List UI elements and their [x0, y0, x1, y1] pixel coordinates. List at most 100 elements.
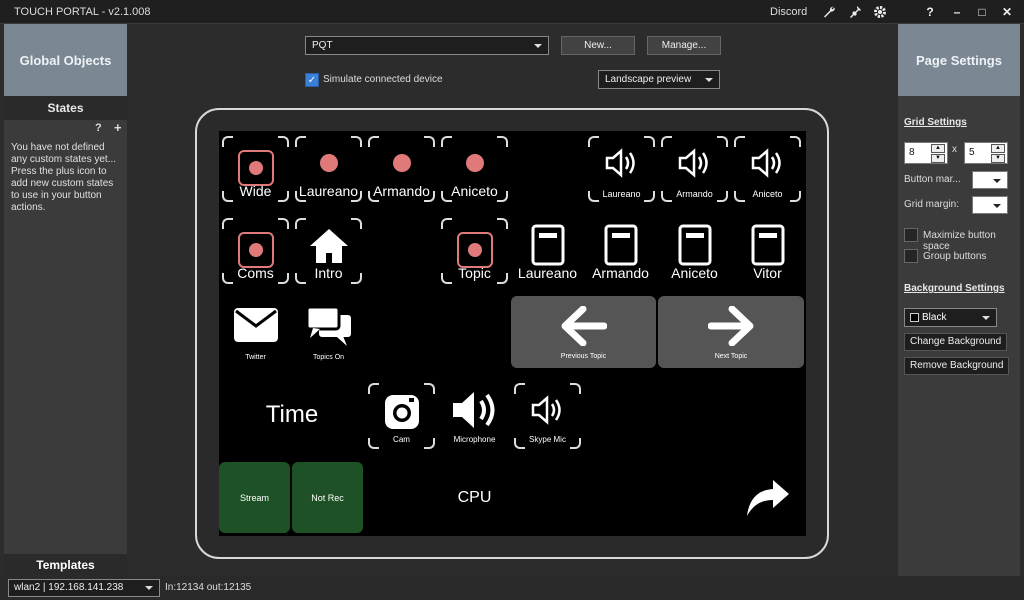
speaker-icon [531, 395, 561, 425]
button-cam[interactable]: Cam [365, 380, 438, 452]
button-skype-mic[interactable]: Skype Mic [511, 380, 584, 452]
grid-margin-select[interactable] [972, 196, 1008, 214]
preview-select[interactable]: Landscape preview [598, 70, 720, 89]
button-volume-aniceto[interactable]: Aniceto [731, 133, 804, 205]
button-doc-laureano[interactable]: Laureano [511, 215, 584, 287]
previous-topic-button[interactable]: Previous Topic [511, 296, 656, 368]
minimize-button[interactable]: – [948, 3, 966, 21]
title-bar: TOUCH PORTAL - v2.1.008 Discord ? – □ ✕ [0, 0, 1024, 24]
button-label: Armando [592, 265, 649, 281]
states-help-icon[interactable]: ? [95, 122, 102, 134]
button-label: Armando [373, 183, 430, 199]
button-label: Armando [676, 189, 713, 199]
grid-settings-heading: Grid Settings [904, 117, 967, 128]
button-label: Previous Topic [560, 353, 607, 360]
maximize-checkbox[interactable] [904, 228, 918, 242]
stream-button[interactable]: Stream [219, 462, 290, 533]
page-select[interactable]: PQT [305, 36, 549, 55]
color-swatch [910, 313, 919, 322]
simulate-checkbox[interactable]: ✓ [305, 73, 319, 87]
change-background-button[interactable]: Change Background [904, 333, 1008, 351]
button-wide[interactable]: Wide [219, 133, 292, 205]
background-color-select[interactable]: Black [904, 308, 997, 327]
button-label: Next Topic [714, 353, 748, 360]
button-label: Vitor [753, 265, 782, 281]
not-rec-button[interactable]: Not Rec [292, 462, 363, 533]
speaker-icon [605, 148, 635, 178]
camera-icon [384, 395, 419, 429]
add-state-icon[interactable]: + [114, 120, 122, 135]
grid-rows-stepper[interactable]: 5 ▲ ▼ [964, 142, 1008, 164]
arrow-left-icon [561, 306, 607, 346]
time-display[interactable]: Time [219, 379, 365, 451]
button-volume-laureano[interactable]: Laureano [585, 133, 658, 205]
button-label: Intro [314, 265, 343, 281]
button-share[interactable] [731, 462, 804, 534]
rows-down-icon[interactable]: ▼ [991, 154, 1005, 163]
button-armando[interactable]: Armando [365, 133, 438, 205]
button-label: Skype Mic [529, 435, 566, 444]
button-topics-on[interactable]: Topics On [292, 297, 365, 369]
group-buttons-checkbox[interactable] [904, 249, 918, 263]
status-bar: wlan2 | 192.168.141.238 In:12134 out:121… [0, 576, 1024, 600]
templates-header[interactable]: Templates [4, 554, 127, 576]
grid-margin-label: Grid margin: [904, 199, 960, 210]
background-color-value: Black [922, 312, 947, 323]
button-margin-label: Button mar... [904, 174, 961, 185]
button-intro[interactable]: Intro [292, 215, 365, 287]
button-microphone[interactable]: Microphone [438, 380, 511, 452]
remove-background-button[interactable]: Remove Background [904, 357, 1010, 375]
help-button[interactable]: ? [921, 3, 939, 21]
manage-pages-button[interactable]: Manage... [647, 36, 721, 55]
button-laureano[interactable]: Laureano [292, 133, 365, 205]
record-icon [237, 232, 274, 268]
button-volume-armando[interactable]: Armando [658, 133, 731, 205]
button-doc-armando[interactable]: Armando [584, 215, 657, 287]
mail-icon [233, 308, 278, 342]
record-icon [456, 232, 493, 268]
page-settings-header[interactable]: Page Settings [898, 24, 1020, 96]
button-coms[interactable]: Coms [219, 215, 292, 287]
button-label: Laureano [602, 189, 641, 199]
global-objects-header[interactable]: Global Objects [4, 24, 127, 96]
button-label: Cam [393, 435, 410, 444]
button-label: Topic [458, 265, 491, 281]
record-dot-icon [392, 154, 411, 172]
button-margin-select[interactable] [972, 171, 1008, 189]
gear-icon[interactable] [871, 3, 889, 21]
columns-down-icon[interactable]: ▼ [931, 154, 945, 163]
app-title: TOUCH PORTAL - v2.1.008 [14, 6, 151, 18]
button-label: Microphone [453, 435, 496, 444]
columns-up-icon[interactable]: ▲ [931, 144, 945, 153]
simulate-label: Simulate connected device [323, 74, 443, 85]
record-dot-icon [319, 154, 338, 172]
right-panel: Page Settings Grid Settings 8 ▲ ▼ x 5 ▲ … [898, 24, 1020, 576]
button-aniceto[interactable]: Aniceto [438, 133, 511, 205]
rows-up-icon[interactable]: ▲ [991, 144, 1005, 153]
button-topic[interactable]: Topic [438, 215, 511, 287]
left-panel: Global Objects States ? + You have not d… [4, 24, 127, 576]
new-page-button[interactable]: New... [561, 36, 635, 55]
plug-icon[interactable] [846, 3, 864, 21]
maximize-label: Maximize button space [923, 230, 996, 252]
arrow-right-icon [708, 306, 754, 346]
states-header: States [4, 96, 127, 120]
button-label: Coms [237, 265, 274, 281]
next-topic-button[interactable]: Next Topic [658, 296, 804, 368]
group-buttons-label: Group buttons [923, 251, 987, 262]
button-twitter[interactable]: Twitter [219, 297, 292, 369]
cpu-display[interactable]: CPU [438, 462, 511, 534]
home-icon [309, 229, 348, 263]
button-doc-vitor[interactable]: Vitor [731, 215, 804, 287]
wrench-icon[interactable] [820, 3, 838, 21]
states-empty-message: You have not defined any custom states y… [11, 142, 117, 213]
button-label: Aniceto [451, 183, 498, 199]
close-button[interactable]: ✕ [998, 3, 1016, 21]
grid-columns-stepper[interactable]: 8 ▲ ▼ [904, 142, 948, 164]
button-label: Twitter [245, 354, 266, 361]
discord-link[interactable]: Discord [770, 6, 807, 18]
maximize-button[interactable]: □ [973, 3, 991, 21]
button-doc-aniceto[interactable]: Aniceto [658, 215, 731, 287]
chat-bubbles-icon [305, 305, 351, 346]
network-select[interactable]: wlan2 | 192.168.141.238 [8, 579, 160, 597]
